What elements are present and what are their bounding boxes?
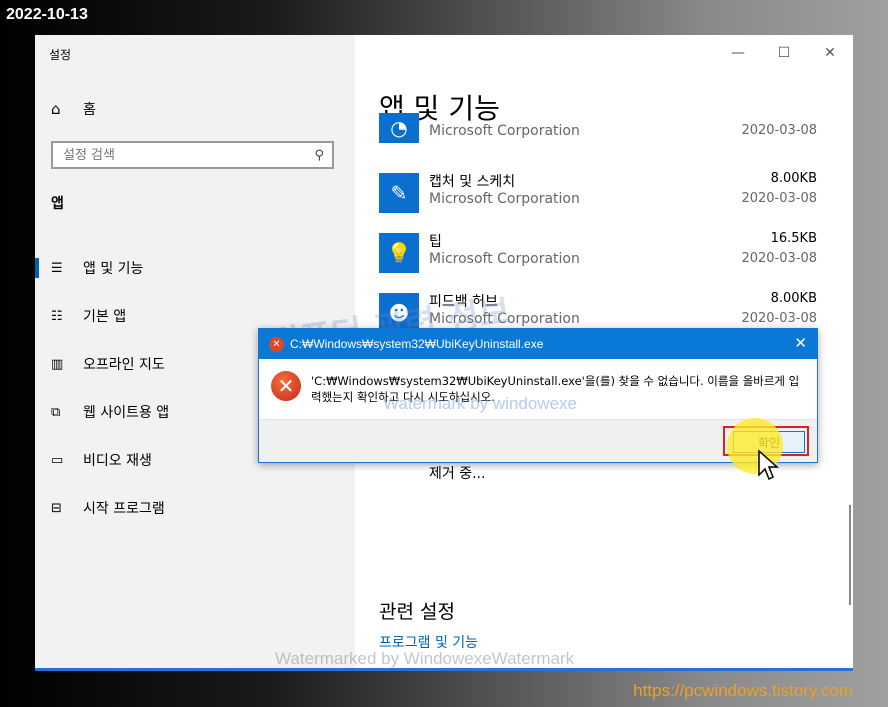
app-icon: ◔ [379,113,419,143]
sidebar-item-label: 웹 사이트용 앱 [83,405,170,421]
removing-status: 제거 중... [429,466,486,482]
apps-for-websites-icon: ⧉ [51,404,61,420]
home-icon: ⌂ [51,100,61,118]
list-item[interactable]: 💡 팁 Microsoft Corporation 16.5KB 2020-03… [379,223,817,283]
window-title: 설정 [49,48,72,62]
list-item[interactable]: ✎ 캡처 및 스케치 Microsoft Corporation 8.00KB … [379,163,817,223]
sidebar-item-apps-features[interactable]: ☰ 앱 및 기능 [35,244,355,292]
app-date: 2020-03-08 [741,123,817,138]
app-size: 8.00KB [770,171,817,186]
apps-features-icon: ☰ [51,260,63,276]
sidebar-item-label: 오프라인 지도 [83,357,165,373]
sidebar-item-label: 앱 및 기능 [83,261,144,277]
dialog-titlebar: ✕ C:₩Windows₩system32₩UbiKeyUninstall.ex… [259,329,817,359]
dialog-title: C:₩Windows₩system32₩UbiKeyUninstall.exe [290,337,544,351]
related-settings-title: 관련 설정 [379,601,455,623]
app-name: 캡처 및 스케치 [429,174,516,190]
mouse-cursor-icon [758,449,779,481]
date-label: 2022-10-13 [6,6,88,23]
sidebar-home[interactable]: ⌂ 홈 [51,99,96,119]
settings-search-box[interactable]: ⚲ [51,141,334,169]
video-playback-icon: ▭ [51,452,64,468]
sidebar-item-label: 시작 프로그램 [83,501,165,517]
snip-sketch-icon: ✎ [379,173,419,213]
section-label: 앱 [51,196,64,212]
app-date: 2020-03-08 [741,311,817,326]
app-date: 2020-03-08 [741,251,817,266]
search-input[interactable] [61,146,315,164]
app-publisher: Microsoft Corporation [429,251,580,267]
offline-maps-icon: ▥ [51,356,64,372]
default-apps-icon: ☷ [51,308,63,324]
list-item[interactable]: ◔ Microsoft Corporation 2020-03-08 [379,113,817,163]
error-icon: ✕ [271,371,301,401]
app-publisher: Microsoft Corporation [429,123,580,139]
sidebar-item-startup[interactable]: ⊟ 시작 프로그램 [35,484,355,532]
app-size: 16.5KB [770,231,817,246]
app-date: 2020-03-08 [741,191,817,206]
startup-icon: ⊟ [51,500,62,516]
scrollbar[interactable] [849,505,851,605]
app-publisher: Microsoft Corporation [429,191,580,207]
watermark-dialog: Watermark by windowexe [383,394,577,413]
app-size: 8.00KB [770,291,817,306]
sidebar-item-label: 기본 앱 [83,309,127,325]
url-label: https://pcwindows.tistory.com [633,681,853,700]
error-icon: ✕ [269,336,284,352]
home-label: 홈 [83,102,96,118]
app-name: 팁 [429,234,442,250]
dialog-close-icon[interactable]: ✕ [794,334,807,352]
tips-icon: 💡 [379,233,419,273]
watermark-bottom: Watermarked by WindowexeWatermark [275,649,575,668]
search-icon: ⚲ [314,147,324,163]
sidebar-item-label: 비디오 재생 [83,453,152,469]
